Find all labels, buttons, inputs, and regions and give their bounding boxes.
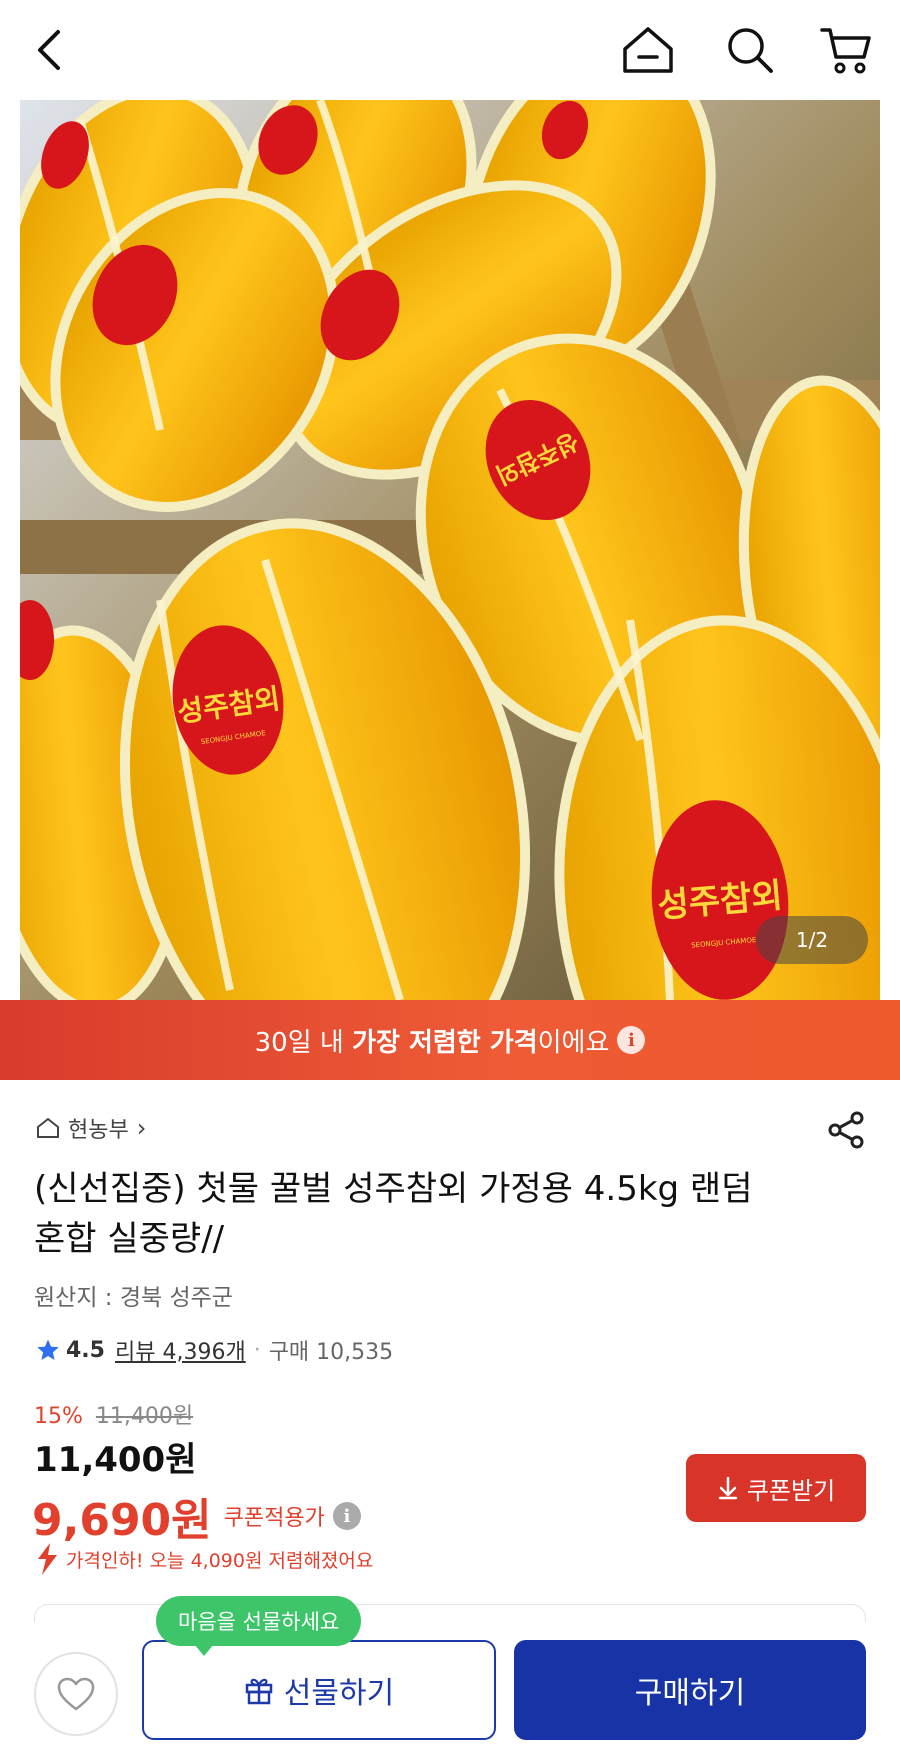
cart-button[interactable] bbox=[818, 22, 874, 78]
coupon-label: 쿠폰적용가 bbox=[223, 1506, 325, 1531]
download-icon bbox=[718, 1476, 738, 1500]
coupon-price: 9,690원 bbox=[32, 1495, 212, 1546]
heart-icon bbox=[57, 1677, 95, 1711]
banner-prefix: 30일 내 bbox=[254, 1027, 353, 1058]
coupon-info-icon[interactable]: i bbox=[332, 1502, 361, 1530]
star-icon bbox=[37, 1339, 59, 1360]
search-button[interactable] bbox=[722, 22, 778, 78]
chevron-left-icon bbox=[38, 30, 60, 70]
home-icon bbox=[623, 27, 673, 73]
rating-score: 4.5 bbox=[66, 1337, 105, 1363]
purchase-count: 구매 10,535 bbox=[268, 1340, 394, 1365]
sale-price: 11,400원 bbox=[34, 1440, 197, 1480]
price-drop-text: 가격인하! 오늘 4,090원 저렴해졌어요 bbox=[66, 1549, 374, 1572]
product-image-gallery[interactable]: 성주참외 성주참외 성주참외 SEONGJU CHAMOE SEONGJU CH… bbox=[20, 100, 880, 1000]
gift-tooltip-text: 마음을 선물하세요 bbox=[178, 1610, 340, 1634]
store-home-icon bbox=[37, 1118, 59, 1138]
product-origin: 원산지 : 경북 성주군 bbox=[34, 1285, 233, 1311]
price-drop-notice: 가격인하! 오늘 4,090원 저렴해졌어요 bbox=[34, 1542, 373, 1576]
rating-row: 4.5 리뷰 4,396개 · 구매 10,535 bbox=[36, 1334, 393, 1366]
cart-icon bbox=[820, 28, 871, 74]
buy-button-label: 구매하기 bbox=[634, 1676, 746, 1711]
image-page-indicator: 1/2 bbox=[756, 916, 868, 964]
coupon-download-button[interactable]: 쿠폰받기 bbox=[686, 1454, 866, 1522]
discount-rate: 15% bbox=[34, 1404, 83, 1429]
info-icon[interactable]: i bbox=[617, 1026, 646, 1054]
gift-tooltip: 마음을 선물하세요 bbox=[156, 1596, 362, 1656]
share-button[interactable] bbox=[822, 1106, 870, 1154]
seller-link[interactable]: 현농부 › bbox=[36, 1112, 146, 1144]
original-price: 11,400원 bbox=[95, 1404, 194, 1429]
seller-name: 현농부 bbox=[68, 1118, 129, 1143]
share-icon bbox=[828, 1111, 864, 1149]
product-photo: 성주참외 성주참외 성주참외 SEONGJU CHAMOE SEONGJU CH… bbox=[20, 100, 880, 1000]
home-button[interactable] bbox=[620, 22, 676, 78]
lowest-price-banner[interactable]: 30일 내 가장 저렴한 가격 이에요 i bbox=[0, 1000, 900, 1080]
coupon-button-label: 쿠폰받기 bbox=[746, 1476, 836, 1505]
discount-row: 15% 11,400원 bbox=[34, 1398, 193, 1430]
wishlist-button[interactable] bbox=[34, 1652, 118, 1736]
product-title: (신선집중) 첫물 꿀벌 성주참외 가정용 4.5kg 랜덤 혼합 실중량// bbox=[34, 1169, 753, 1259]
gift-icon bbox=[245, 1678, 273, 1705]
bottom-action-bar: 선물하기 구매하기 bbox=[0, 1622, 900, 1754]
lightning-down-icon bbox=[38, 1543, 57, 1575]
search-icon bbox=[728, 28, 773, 73]
gift-button-label: 선물하기 bbox=[283, 1676, 395, 1711]
back-button[interactable] bbox=[22, 22, 78, 78]
review-link[interactable]: 리뷰 4,396개 bbox=[115, 1334, 246, 1366]
banner-suffix: 이에요 bbox=[537, 1027, 610, 1058]
top-navigation bbox=[0, 0, 900, 100]
separator-dot: · bbox=[253, 1337, 261, 1363]
coupon-price-row: 9,690원 쿠폰적용가 i bbox=[32, 1484, 361, 1548]
banner-highlight: 가장 저렴한 가격 bbox=[352, 1027, 538, 1058]
buy-button[interactable]: 구매하기 bbox=[514, 1640, 866, 1740]
chevron-right-icon: › bbox=[136, 1114, 147, 1142]
